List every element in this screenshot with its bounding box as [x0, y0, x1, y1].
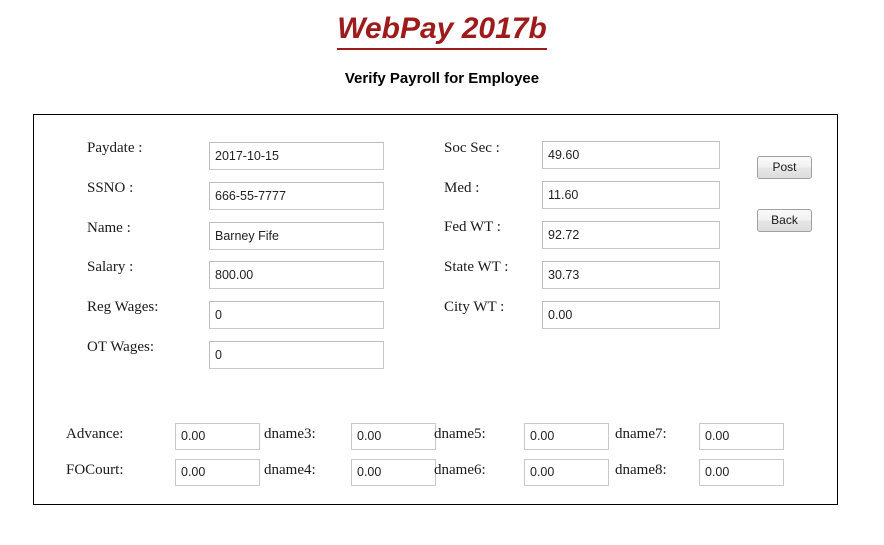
- back-button[interactable]: Back: [757, 209, 812, 232]
- input-dname7[interactable]: 0.00: [699, 423, 784, 450]
- input-fed-wt[interactable]: 92.72: [542, 221, 720, 249]
- label-reg-wages: Reg Wages:: [87, 299, 159, 315]
- input-salary[interactable]: 800.00: [209, 261, 384, 289]
- input-soc-sec[interactable]: 49.60: [542, 141, 720, 169]
- input-ot-wages[interactable]: 0: [209, 341, 384, 369]
- input-advance[interactable]: 0.00: [175, 423, 260, 450]
- input-focourt[interactable]: 0.00: [175, 459, 260, 486]
- input-paydate[interactable]: 2017-10-15: [209, 142, 384, 170]
- input-reg-wages[interactable]: 0: [209, 301, 384, 329]
- input-city-wt[interactable]: 0.00: [542, 301, 720, 329]
- input-name[interactable]: Barney Fife: [209, 222, 384, 250]
- label-state-wt: State WT :: [444, 259, 509, 275]
- label-dname7: dname7:: [615, 426, 667, 442]
- label-ssno: SSNO :: [87, 180, 134, 196]
- label-dname4: dname4:: [264, 462, 316, 478]
- input-dname4[interactable]: 0.00: [351, 459, 436, 486]
- label-soc-sec: Soc Sec :: [444, 140, 500, 156]
- input-state-wt[interactable]: 30.73: [542, 261, 720, 289]
- input-ssno[interactable]: 666-55-7777: [209, 182, 384, 210]
- label-dname3: dname3:: [264, 426, 316, 442]
- label-advance: Advance:: [66, 426, 124, 442]
- payroll-form-panel: Paydate : 2017-10-15 SSNO : 666-55-7777 …: [33, 114, 838, 505]
- label-salary: Salary :: [87, 259, 134, 275]
- page-title-text: WebPay 2017b: [337, 12, 547, 50]
- label-dname8: dname8:: [615, 462, 667, 478]
- label-fed-wt: Fed WT :: [444, 219, 501, 235]
- label-med: Med :: [444, 180, 480, 196]
- label-dname6: dname6:: [434, 462, 486, 478]
- label-focourt: FOCourt:: [66, 462, 124, 478]
- input-dname6[interactable]: 0.00: [524, 459, 609, 486]
- input-med[interactable]: 11.60: [542, 181, 720, 209]
- page-title: WebPay 2017b: [0, 12, 884, 50]
- input-dname5[interactable]: 0.00: [524, 423, 609, 450]
- label-paydate: Paydate :: [87, 140, 143, 156]
- input-dname3[interactable]: 0.00: [351, 423, 436, 450]
- input-dname8[interactable]: 0.00: [699, 459, 784, 486]
- page-subtitle: Verify Payroll for Employee: [344, 70, 540, 87]
- post-button[interactable]: Post: [757, 156, 812, 179]
- label-name: Name :: [87, 220, 131, 236]
- label-dname5: dname5:: [434, 426, 486, 442]
- label-ot-wages: OT Wages:: [87, 339, 154, 355]
- label-city-wt: City WT :: [444, 299, 505, 315]
